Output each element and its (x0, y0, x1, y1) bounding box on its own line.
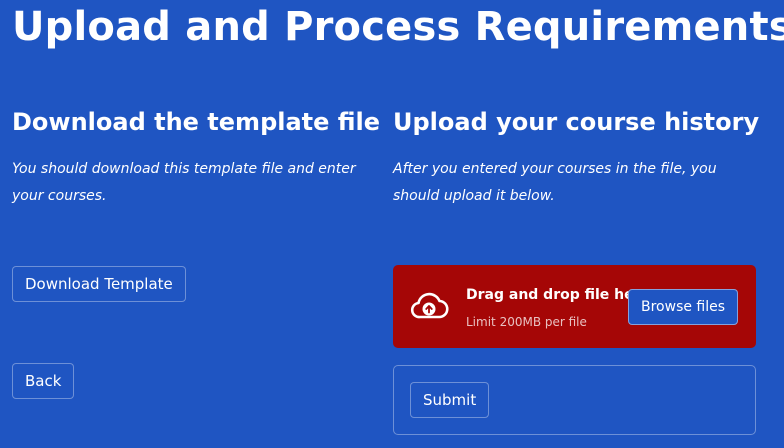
upload-section-title: Upload your course history (393, 108, 760, 136)
download-section-description: You should download this template file a… (12, 161, 356, 204)
download-section-title: Download the template file (12, 108, 381, 136)
dropzone-instruction: Drag and drop file here (466, 287, 651, 303)
cloud-upload-icon (410, 292, 449, 319)
submit-button[interactable]: Submit (410, 382, 490, 418)
download-template-button[interactable]: Download Template (12, 266, 186, 302)
back-button[interactable]: Back (12, 363, 75, 399)
dropzone-limit: Limit 200MB per file (466, 315, 587, 329)
download-section: Download the template file You should do… (12, 108, 381, 210)
file-dropzone[interactable]: Drag and drop file here Limit 200MB per … (393, 265, 756, 348)
submit-form: Submit (393, 365, 756, 435)
upload-section-description: After you entered your courses in the fi… (393, 161, 717, 204)
page-title: Upload and Process Requirements (12, 4, 784, 50)
upload-section: Upload your course history After you ent… (393, 108, 760, 210)
browse-files-button[interactable]: Browse files (628, 289, 739, 325)
